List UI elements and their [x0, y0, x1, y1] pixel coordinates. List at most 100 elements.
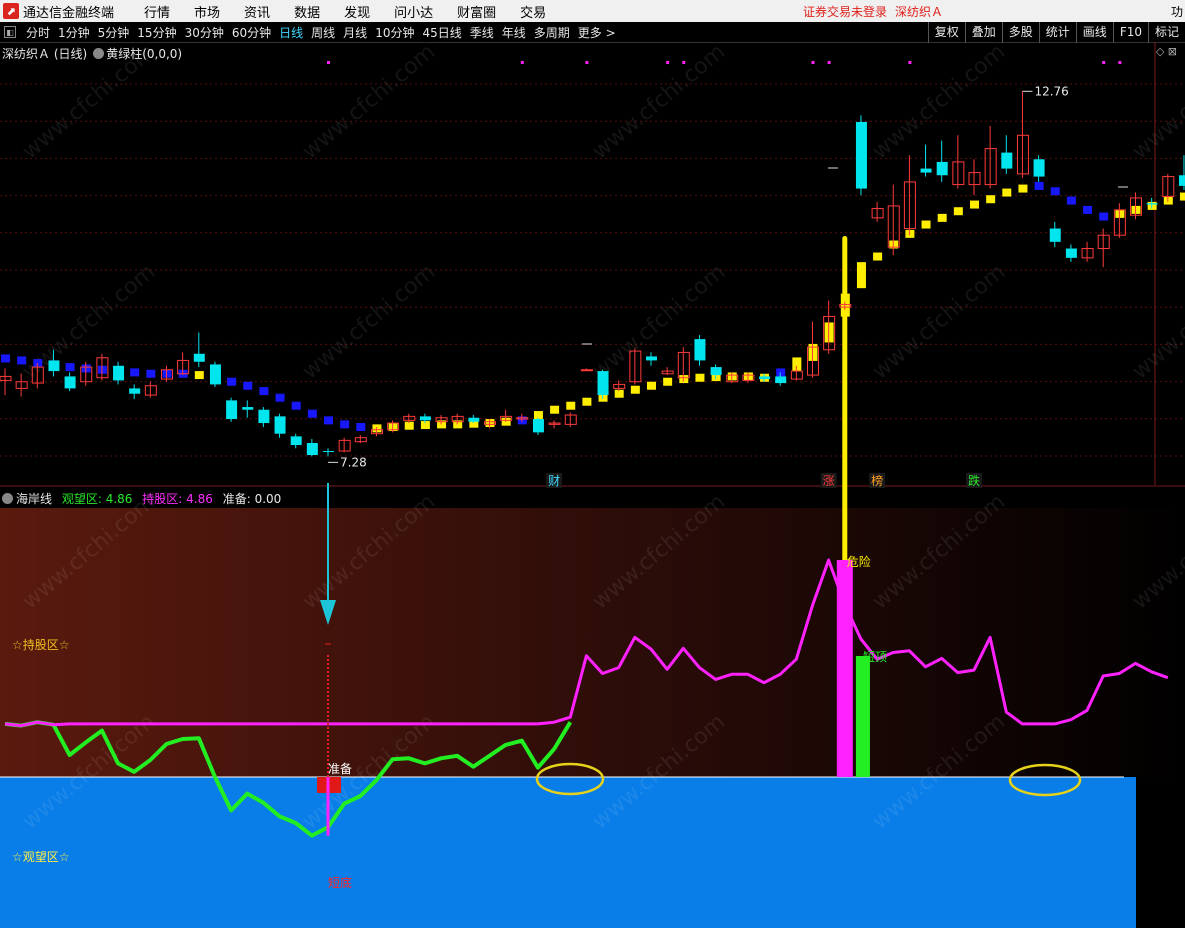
ready-label: 准备:: [222, 492, 251, 506]
hold-zone-label: ☆持股区☆: [12, 637, 70, 652]
watermark-text: www.cfchi.com: [588, 39, 730, 164]
trend-bar: [1002, 188, 1012, 197]
chart-window-controls[interactable]: ◇ ⊠: [1156, 45, 1177, 58]
candle-body: [274, 416, 286, 434]
watch-zone-label: ☆观望区☆: [12, 850, 70, 864]
trend-bar: [873, 252, 883, 261]
indicator-name[interactable]: 海岸线: [16, 492, 52, 506]
candle-body: [759, 376, 771, 380]
trend-bar: [647, 381, 656, 390]
hold-zone-number: 4.86: [186, 492, 213, 506]
danger-label: 危险: [847, 554, 871, 569]
ready-label: 准备: [328, 762, 352, 776]
candle-body: [1049, 228, 1061, 242]
chart-canvas[interactable]: www.cfchi.com www.cfchi.com www.cfchi.com w…: [0, 0, 1185, 928]
candle-body: [129, 388, 141, 394]
trend-bar: [1179, 192, 1185, 201]
chart-stock-title: 深纺织Ａ (日线): [2, 47, 88, 61]
candle-body: [1146, 203, 1158, 205]
candle-body: [419, 416, 431, 421]
watermark-text: www.cfchi.com: [868, 259, 1010, 384]
high-price-label: 12.76: [1034, 84, 1068, 98]
trend-bar: [1034, 181, 1044, 190]
trend-bar: [291, 401, 301, 410]
signal-dot: [327, 61, 330, 64]
ready-number: 0.00: [254, 492, 282, 506]
candle-body: [580, 369, 593, 372]
trend-bar: [356, 423, 366, 432]
signal-dot: [666, 61, 670, 64]
watermark-text: www.cfchi.com: [1128, 39, 1185, 164]
trend-bar: [937, 213, 947, 222]
main-indicator-name[interactable]: 黄绿柱(0,0,0): [106, 47, 182, 61]
candle-body: [694, 339, 706, 361]
signal-dot: [827, 61, 831, 64]
trend-bar: [986, 195, 996, 204]
trend-bar: [1066, 196, 1076, 205]
trend-bar: [630, 385, 640, 394]
candle-body: [323, 451, 334, 453]
candle-body: [242, 407, 254, 410]
candle-body: [855, 121, 867, 189]
trend-bar: [921, 220, 931, 229]
hold-zone-value: 持股区: 4.86: [142, 492, 213, 506]
hold-zone-background: [0, 508, 1185, 777]
candle-body: [775, 376, 787, 384]
watch-zone-label: 观望区:: [61, 492, 102, 506]
candle-body: [193, 353, 205, 362]
event-marker-label: 跌: [968, 473, 980, 488]
signal-dot: [908, 61, 912, 64]
trend-bar: [65, 363, 75, 372]
candle-body: [209, 364, 221, 385]
signal-dot: [520, 61, 524, 64]
trend-bar: [130, 368, 140, 377]
trend-bar: [194, 371, 204, 380]
candle-body: [48, 360, 60, 372]
candle-body: [290, 436, 302, 446]
candle-body: [1178, 175, 1185, 186]
main-chart-header: 深纺织Ａ (日线) 黄绿柱(0,0,0): [2, 45, 182, 62]
candle-body: [646, 356, 657, 361]
trend-bar: [307, 409, 317, 418]
trend-bar: [566, 401, 576, 410]
trend-bar: [324, 416, 333, 425]
trend-bar: [275, 393, 285, 402]
indicator-toggle-icon[interactable]: [93, 48, 105, 59]
candle-body: [468, 417, 480, 422]
trend-bar: [1050, 187, 1060, 196]
candle-body: [710, 367, 722, 376]
low-price-label: 7.28: [340, 455, 367, 469]
danger-bar: [836, 560, 853, 777]
trend-bar: [695, 373, 705, 382]
signal-dot: [682, 61, 686, 64]
watermark-text: www.cfchi.com: [298, 259, 440, 384]
candle-body: [64, 376, 76, 389]
candle-body: [920, 168, 932, 173]
indicator-collapse-icon[interactable]: [2, 493, 13, 504]
trend-bar: [17, 356, 27, 365]
hold-zone-label: 持股区:: [142, 492, 183, 506]
trend-bar: [243, 381, 253, 390]
short-top-label: 短顶: [863, 650, 887, 664]
trend-bar: [1083, 205, 1093, 214]
indicator-header: 海岸线 观望区: 4.86 持股区: 4.86 准备: 0.00: [2, 490, 281, 507]
trend-bar: [550, 405, 560, 414]
trend-bar: [227, 377, 237, 386]
watermark-text: www.cfchi.com: [868, 39, 1010, 164]
trend-bar: [1018, 184, 1028, 193]
candle-body: [226, 400, 238, 420]
candle-body: [306, 443, 318, 456]
short-bottom-label: 短底: [328, 875, 352, 890]
trend-bar: [340, 420, 350, 429]
watch-zone-background: [0, 777, 1136, 928]
trend-bar: [1, 354, 10, 363]
event-marker-label: 涨: [823, 473, 835, 488]
candle-body: [1065, 248, 1077, 258]
ready-value: 准备: 0.00: [223, 492, 282, 506]
candle-body: [1033, 159, 1045, 177]
signal-dot: [1102, 61, 1106, 64]
trend-bar: [1099, 212, 1109, 221]
candle-body: [936, 161, 948, 176]
trend-bar: [970, 200, 979, 209]
trend-bar: [663, 377, 673, 386]
